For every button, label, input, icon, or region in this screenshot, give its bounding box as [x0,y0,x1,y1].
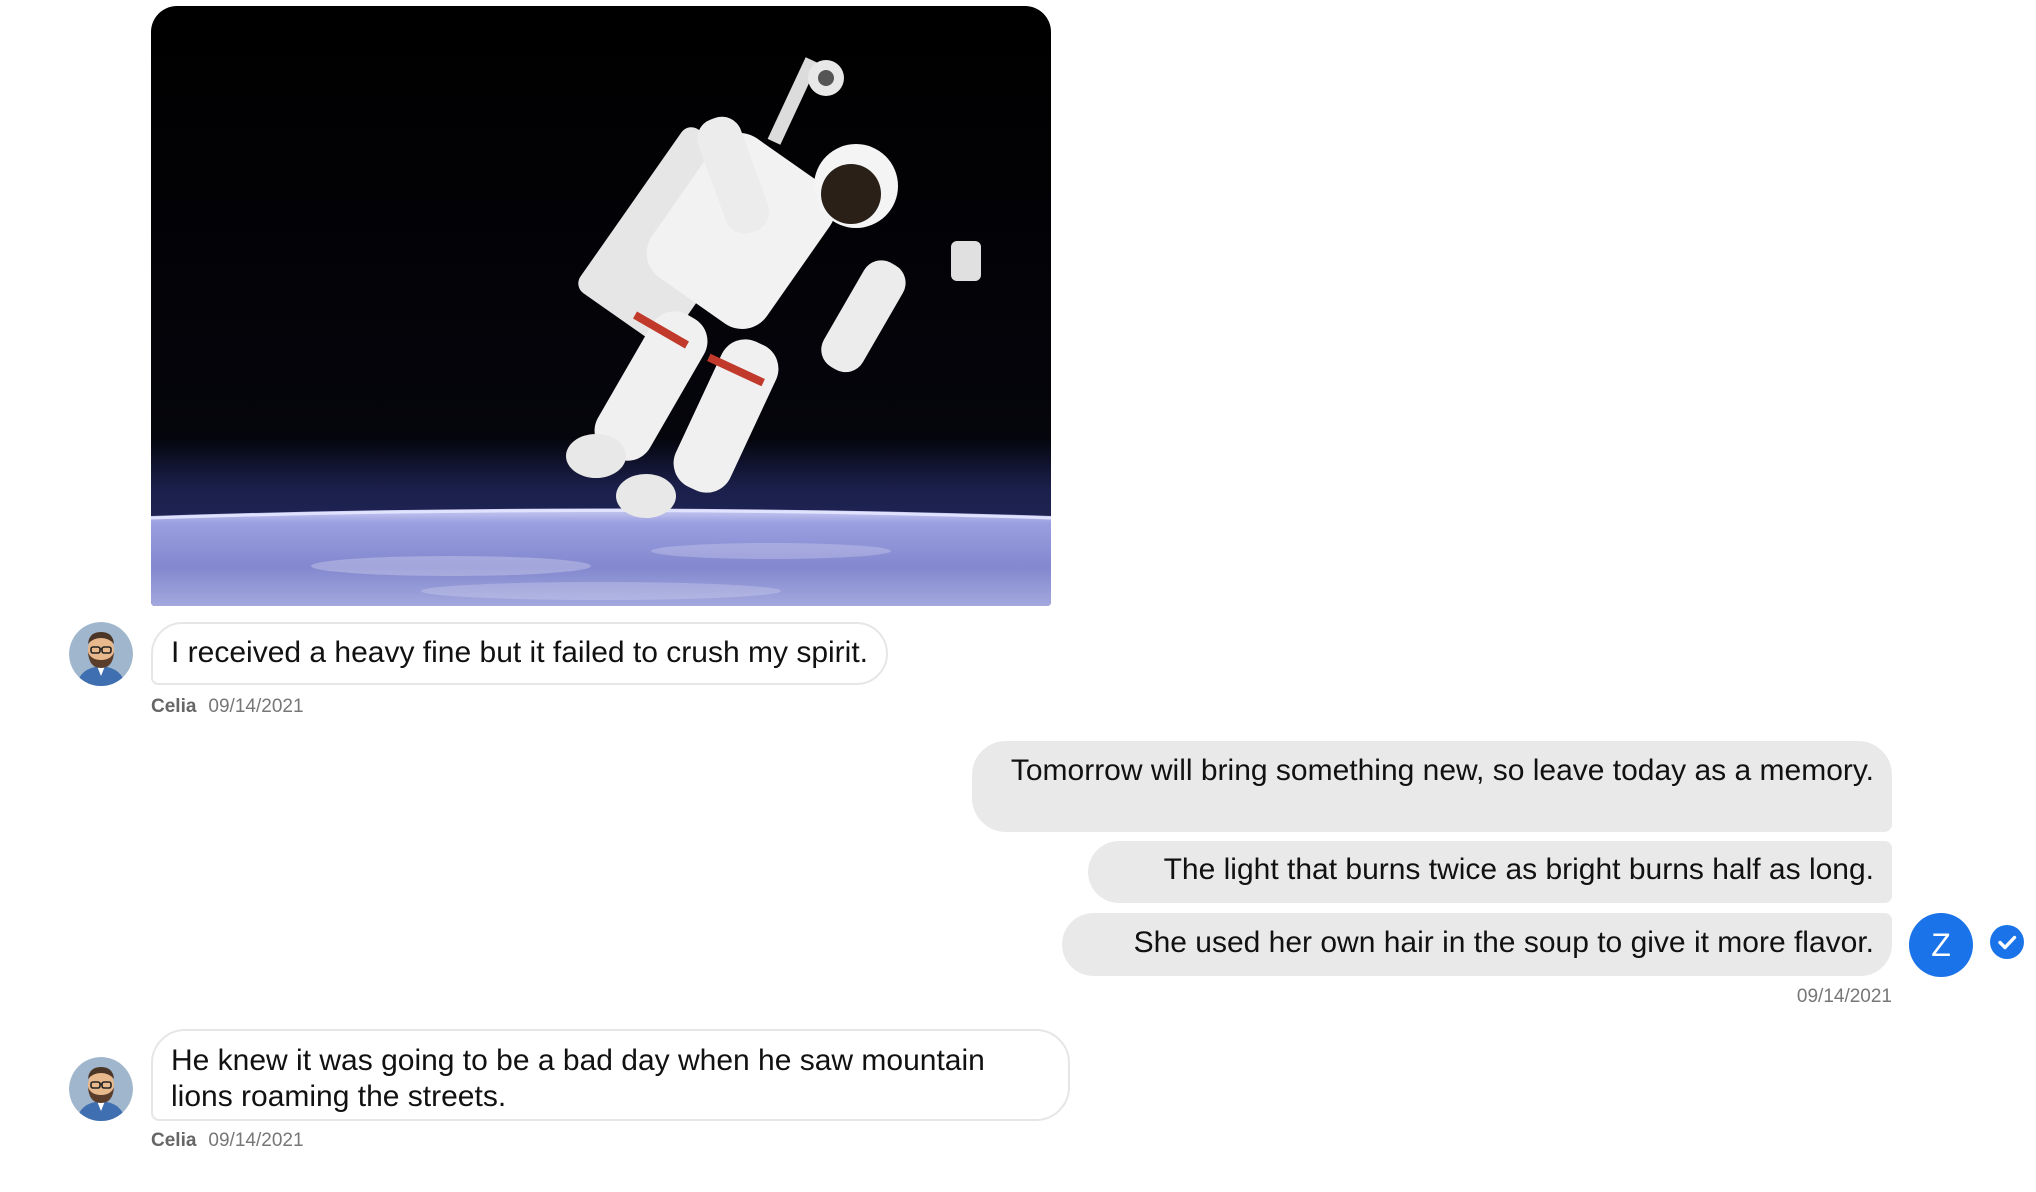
message-bubble[interactable]: I received a heavy fine but it failed to… [151,622,888,685]
message-timestamp: 09/14/2021 [1796,986,1892,1007]
message-bubble[interactable]: The light that burns twice as bright bur… [1088,841,1892,903]
user-avatar[interactable]: Z [1909,913,1973,977]
astronaut-photo-icon [151,6,1051,606]
image-attachment[interactable] [151,6,1051,606]
bearded-man-avatar-icon[interactable] [69,622,133,686]
message-timestamp: 09/14/2021 [208,696,304,717]
message-text: He knew it was going to be a bad day whe… [171,1044,985,1113]
bearded-man-avatar-icon[interactable] [69,1057,133,1121]
message-text: The light that burns twice as bright bur… [1163,853,1874,886]
sender-name: Celia [151,696,197,717]
sender-name: Celia [151,1130,197,1151]
message-meta: Celia 09/14/2021 [151,696,304,718]
message-bubble[interactable]: She used her own hair in the soup to giv… [1062,913,1892,976]
chat-thread: I received a heavy fine but it failed to… [0,0,2036,1192]
message-text: I received a heavy fine but it failed to… [171,636,868,669]
check-circle-icon [1990,925,2024,959]
message-meta: 09/14/2021 [1797,986,1892,1008]
message-text: She used her own hair in the soup to giv… [1133,926,1874,959]
message-text: Tomorrow will bring something new, so le… [1010,754,1874,787]
message-bubble[interactable]: Tomorrow will bring something new, so le… [972,741,1892,832]
message-timestamp: 09/14/2021 [208,1130,304,1151]
message-bubble[interactable]: He knew it was going to be a bad day whe… [151,1029,1070,1121]
message-meta: Celia 09/14/2021 [151,1130,304,1152]
